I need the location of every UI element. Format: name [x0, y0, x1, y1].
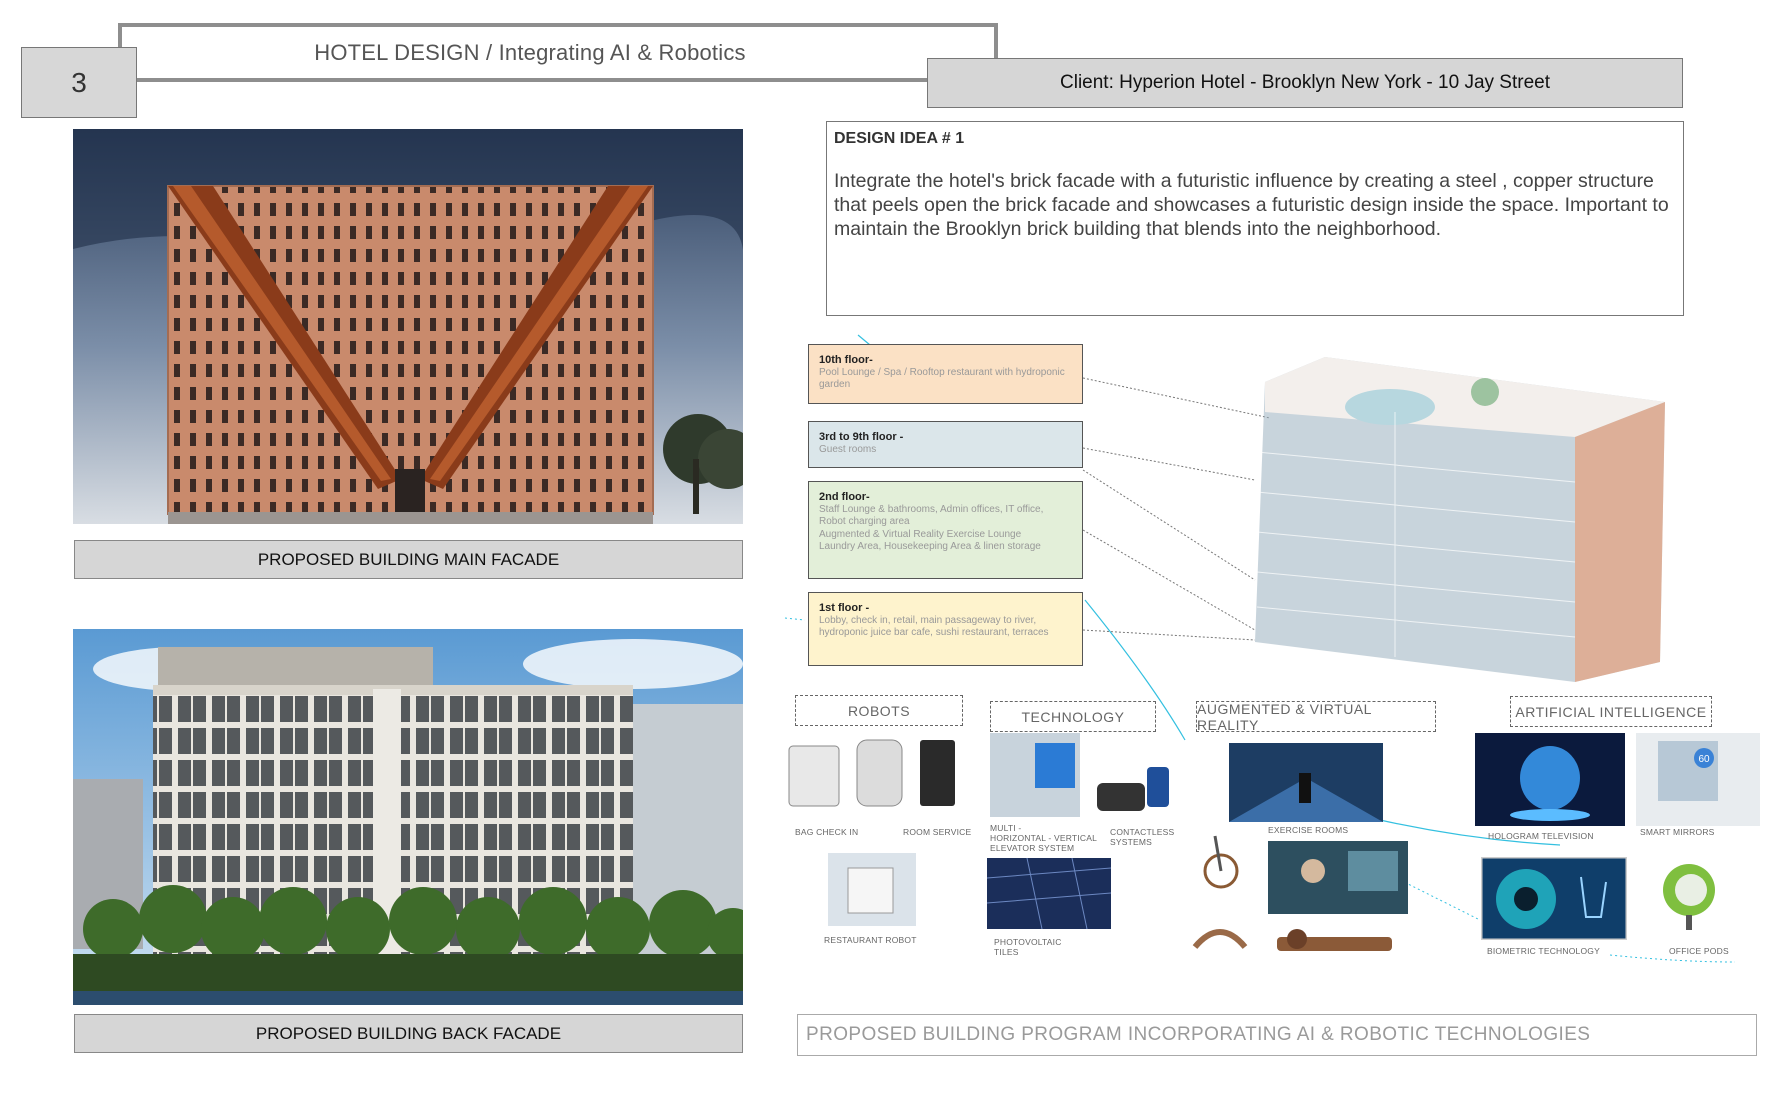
- program-caption: PROPOSED BUILDING PROGRAM INCORPORATING …: [797, 1014, 1757, 1056]
- hologram-tv-label: HOLOGRAM TELEVISION: [1488, 831, 1594, 841]
- biometric-image: [1479, 855, 1629, 942]
- bag-check-in-label: BAG CHECK IN: [795, 827, 859, 837]
- photovoltaic-image: [986, 857, 1112, 930]
- elevator-image: [990, 733, 1080, 817]
- rower-image: [1190, 907, 1250, 953]
- page-number: 3: [21, 47, 137, 118]
- client-label: Client: Hyperion Hotel - Brooklyn New Yo…: [927, 58, 1683, 108]
- category-technology: TECHNOLOGY: [990, 701, 1156, 732]
- floor-heading: 2nd floor-: [819, 491, 870, 503]
- floor-description: Lobby, check in, retail, main passageway…: [819, 614, 1049, 639]
- page-title: HOTEL DESIGN / Integrating AI & Robotics: [314, 40, 746, 65]
- floor-description: Staff Lounge & bathrooms, Admin offices,…: [819, 503, 1044, 553]
- floor-heading: 10th floor-: [819, 354, 873, 366]
- room-service-label: ROOM SERVICE: [903, 827, 972, 837]
- office-pods-label: OFFICE PODS: [1669, 946, 1729, 956]
- biometric-label: BIOMETRIC TECHNOLOGY: [1487, 946, 1600, 956]
- photovoltaic-label: PHOTOVOLTAIC TILES: [994, 937, 1062, 957]
- smart-mirror-readout: 60: [1698, 754, 1710, 765]
- hologram-tv-image: [1475, 733, 1625, 826]
- floor-description: Guest rooms: [819, 443, 877, 455]
- robots-image: [787, 738, 957, 810]
- vr-training-image: [1268, 841, 1408, 914]
- office-pod-image: [1659, 860, 1719, 934]
- smart-mirror-image: 60: [1636, 733, 1760, 826]
- elevator-label: MULTI - HORIZONTAL - VERTICAL ELEVATOR S…: [990, 823, 1098, 853]
- contactless-label: CONTACTLESS SYSTEMS: [1110, 827, 1175, 847]
- rowing-machine-image: [1277, 925, 1397, 957]
- exercise-bike-image: [1195, 831, 1247, 891]
- floor-label-10th: 10th floor- Pool Lounge / Spa / Rooftop …: [808, 344, 1083, 404]
- floor-description: Pool Lounge / Spa / Rooftop restaurant w…: [819, 366, 1065, 391]
- floor-label-1st: 1st floor - Lobby, check in, retail, mai…: [808, 592, 1083, 666]
- restaurant-robot-label: RESTAURANT ROBOT: [824, 935, 917, 945]
- floor-heading: 3rd to 9th floor -: [819, 431, 904, 443]
- category-robots: ROBOTS: [795, 695, 963, 726]
- floor-label-3rd-9th: 3rd to 9th floor - Guest rooms: [808, 421, 1083, 468]
- floor-heading: 1st floor -: [819, 602, 870, 614]
- exercise-rooms-label: EXERCISE ROOMS: [1268, 825, 1349, 835]
- smart-mirrors-label: SMART MIRRORS: [1640, 827, 1715, 837]
- restaurant-robot-image: [828, 853, 916, 926]
- building-section-model: [1245, 352, 1665, 682]
- contactless-image: [1097, 765, 1177, 815]
- exercise-room-image: [1229, 743, 1383, 822]
- category-ar-vr: AUGMENTED & VIRTUAL REALITY: [1196, 701, 1436, 733]
- category-ai: ARTIFICIAL INTELLIGENCE: [1510, 696, 1712, 727]
- floor-label-2nd: 2nd floor- Staff Lounge & bathrooms, Adm…: [808, 481, 1083, 579]
